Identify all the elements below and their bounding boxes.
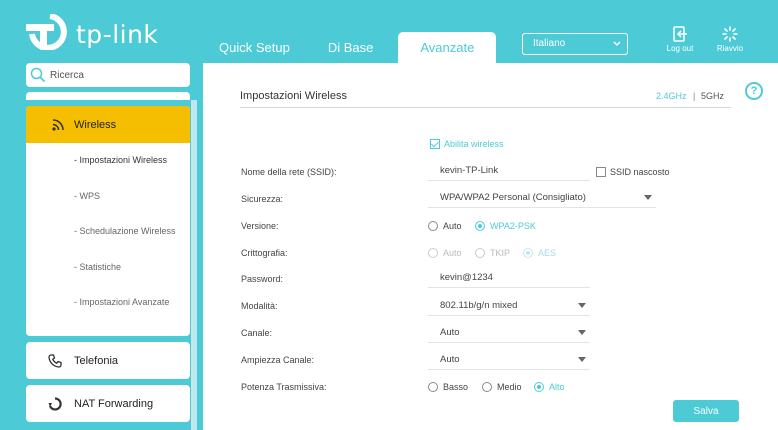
enable-wireless-checkbox[interactable]: [430, 139, 440, 149]
tplink-logo: tp-link: [26, 14, 186, 54]
password-input[interactable]: kevin@1234: [428, 267, 590, 288]
power-alto-radio[interactable]: [534, 382, 544, 392]
tab-di-base[interactable]: Di Base: [309, 32, 393, 63]
sidebar-subitem-wps[interactable]: - WPS: [26, 179, 190, 215]
encryption-tkip-label: TKIP: [490, 248, 511, 258]
logout-button[interactable]: Log out: [660, 26, 700, 53]
chevron-down-icon: [613, 41, 621, 47]
security-value: WPA/WPA2 Personal (Consigliato): [440, 192, 586, 203]
reboot-icon: [722, 26, 738, 42]
security-select[interactable]: WPA/WPA2 Personal (Consigliato): [428, 187, 656, 208]
encryption-aes-label: AES: [538, 248, 557, 258]
search-icon: [30, 67, 46, 83]
reboot-button[interactable]: Riavvio: [710, 26, 750, 53]
sidebar-group-wireless: Wireless - Impostazioni Wireless - WPS -…: [26, 106, 190, 336]
encryption-aes-radio[interactable]: [523, 248, 533, 258]
sidebar-divider: [26, 92, 190, 100]
mode-label: Modalità:: [241, 301, 278, 311]
tab-avanzate[interactable]: Avanzate: [398, 32, 497, 63]
power-alto-label: Alto: [549, 382, 565, 392]
power-medio-radio[interactable]: [482, 382, 492, 392]
power-label: Potenza Trasmissiva:: [241, 382, 327, 392]
encryption-auto-radio[interactable]: [428, 248, 438, 258]
search-box: [26, 63, 190, 87]
help-icon[interactable]: ?: [745, 82, 763, 100]
sidebar-item-telefonia[interactable]: Telefonia: [26, 342, 190, 379]
power-basso-radio[interactable]: [428, 382, 438, 392]
sidebar-scrollbar[interactable]: [191, 100, 197, 430]
chevron-down-icon: [578, 303, 586, 308]
logout-label: Log out: [666, 44, 694, 53]
mode-select[interactable]: 802.11b/g/n mixed: [428, 295, 590, 316]
channel-width-select[interactable]: Auto: [428, 349, 590, 370]
nat-icon: [48, 396, 62, 411]
tab-quick-setup[interactable]: Quick Setup: [200, 32, 309, 63]
ssid-input[interactable]: kevin-TP-Link: [428, 160, 590, 181]
mode-value: 802.11b/g/n mixed: [440, 300, 518, 311]
version-auto-label: Auto: [443, 221, 462, 231]
search-input[interactable]: [50, 66, 180, 84]
reboot-label: Riavvio: [716, 44, 744, 53]
band-5ghz-link[interactable]: 5GHz: [701, 91, 724, 101]
language-select[interactable]: Italiano: [522, 33, 628, 55]
phone-icon: [48, 353, 62, 368]
sidebar-subitem-statistiche[interactable]: - Statistiche: [26, 250, 190, 286]
sidebar-item-label: NAT Forwarding: [74, 397, 154, 410]
encryption-auto-label: Auto: [443, 248, 462, 258]
language-value: Italiano: [533, 38, 566, 49]
channel-label: Canale:: [241, 328, 273, 338]
sidebar-item-label: Telefonia: [74, 354, 119, 367]
version-wpa2-radio[interactable]: [475, 221, 485, 231]
sidebar-subitem-impostazioni-avanzate[interactable]: - Impostazioni Avanzate: [26, 285, 190, 321]
logo-text: tp-link: [76, 20, 159, 49]
password-value: kevin@1234: [440, 272, 493, 283]
tplink-logo-icon: [26, 14, 67, 50]
security-label: Sicurezza:: [241, 194, 284, 204]
encryption-label: Crittografia:: [241, 248, 288, 258]
password-label: Password:: [241, 274, 284, 284]
page-title: Impostazioni Wireless: [240, 90, 347, 102]
channel-width-value: Auto: [440, 354, 460, 365]
encryption-tkip-radio[interactable]: [475, 248, 485, 258]
version-label: Versione:: [241, 221, 279, 231]
sidebar-item-wireless[interactable]: Wireless: [26, 106, 190, 143]
version-auto-radio[interactable]: [428, 221, 438, 231]
sidebar-item-label: Wireless: [74, 118, 117, 131]
wireless-icon: [52, 119, 64, 131]
ssid-hidden-label: SSID nascosto: [610, 167, 670, 177]
version-wpa2-label: WPA2-PSK: [490, 221, 536, 231]
top-nav: Quick Setup Di Base Avanzate: [200, 32, 497, 63]
channel-select[interactable]: Auto: [428, 322, 590, 343]
logout-icon: [673, 26, 687, 42]
channel-value: Auto: [440, 327, 460, 338]
power-basso-label: Basso: [443, 382, 469, 392]
chevron-down-icon: [578, 357, 586, 362]
main-panel: Impostazioni Wireless 2.4GHz | 5GHz ? Ab…: [203, 63, 778, 430]
ssid-hidden-checkbox[interactable]: [596, 167, 606, 177]
chevron-down-icon: [644, 195, 652, 200]
channel-width-label: Ampiezza Canale:: [241, 355, 315, 365]
save-button[interactable]: Salva: [673, 400, 739, 422]
enable-wireless-label: Abilita wireless: [444, 139, 504, 149]
sidebar-subitem-impostazioni-wireless[interactable]: - Impostazioni Wireless: [26, 143, 190, 179]
chevron-down-icon: [578, 330, 586, 335]
sidebar-item-nat-forwarding[interactable]: NAT Forwarding: [26, 385, 190, 422]
ssid-label: Nome della rete (SSID):: [241, 167, 337, 177]
band-24ghz-link[interactable]: 2.4GHz: [656, 91, 687, 101]
ssid-value: kevin-TP-Link: [440, 165, 499, 176]
band-separator: |: [693, 91, 696, 101]
sidebar-subitem-schedulazione[interactable]: - Schedulazione Wireless: [26, 214, 190, 250]
title-divider: [240, 107, 731, 108]
power-medio-label: Medio: [497, 382, 522, 392]
